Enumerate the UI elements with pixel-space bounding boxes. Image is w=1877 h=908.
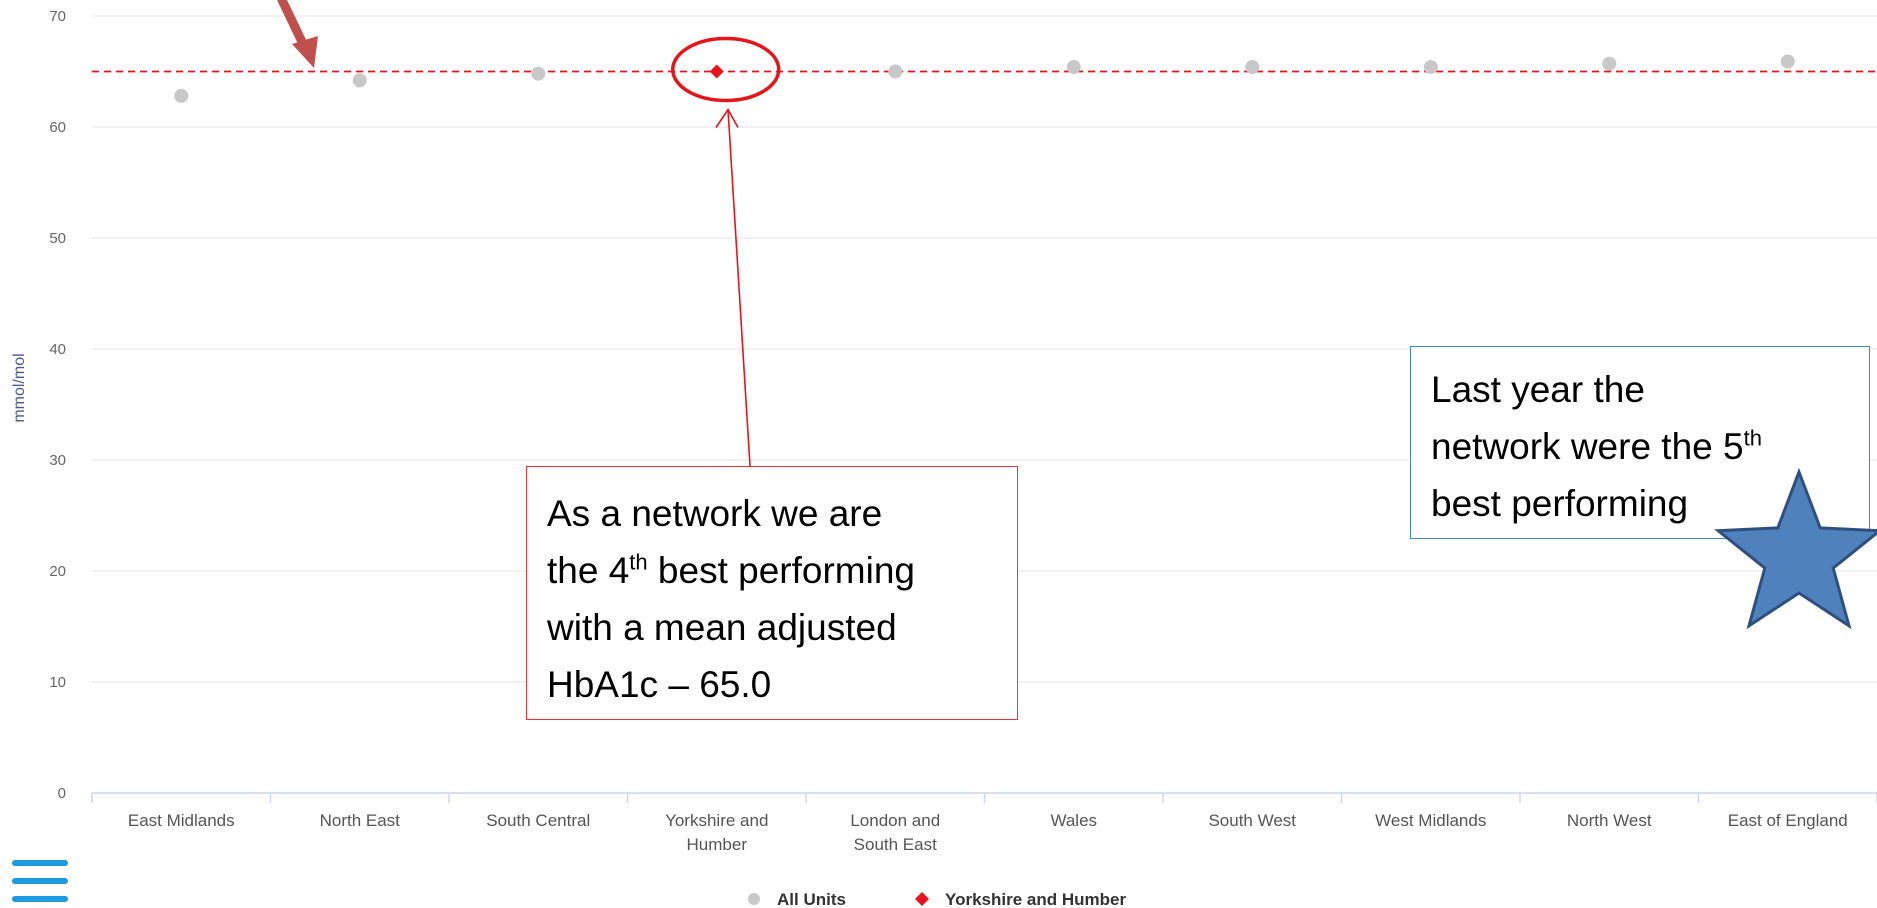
- highlight-ellipse: [671, 36, 781, 103]
- y-axis-label: mmol/mol: [11, 353, 28, 422]
- legend-label-yorkshire: Yorkshire and Humber: [945, 890, 1126, 908]
- arrow-head: [292, 36, 318, 68]
- hamburger-icon[interactable]: [12, 860, 68, 908]
- data-point: [1780, 54, 1795, 69]
- callout-current-ranking: As a network we are the 4th best performi…: [526, 466, 1018, 720]
- legend-marker-yorkshire: [915, 892, 929, 906]
- x-tick-label: Yorkshire and Humber: [665, 811, 768, 854]
- x-tick-label: North West: [1567, 811, 1652, 830]
- x-axis: [91, 792, 1877, 803]
- callout-line: best performing: [1431, 483, 1689, 524]
- x-tick-label: South Central: [486, 811, 590, 830]
- data-point-highlight: [709, 64, 724, 79]
- data-point: [1602, 56, 1617, 71]
- legend-marker-all-units: [748, 893, 760, 905]
- pointer-arrowhead: [715, 107, 739, 128]
- y-tick-label: 30: [49, 452, 66, 469]
- data-points: [174, 54, 1795, 103]
- callout-line: HbA1c – 65.0: [547, 664, 772, 705]
- data-point: [174, 88, 189, 103]
- x-tick-label: North East: [320, 811, 401, 830]
- y-tick-label: 50: [49, 230, 66, 247]
- annotation-decor: [277, 0, 781, 467]
- callout-line: with a mean adjusted: [547, 607, 897, 648]
- x-tick-label: West Midlands: [1375, 811, 1486, 830]
- x-tick-label: London and South East: [850, 811, 940, 854]
- y-tick-label: 20: [49, 563, 66, 580]
- y-tick-label: 40: [49, 341, 66, 358]
- x-tick-label: East of England: [1728, 811, 1848, 830]
- callout-line: network were the 5th: [1431, 425, 1762, 467]
- arrow-shaft: [277, 0, 309, 51]
- data-point: [531, 66, 546, 81]
- callout-line: As a network we are: [547, 493, 883, 534]
- y-tick-label: 0: [58, 785, 66, 802]
- callout-line: the 4th best performing: [547, 549, 916, 591]
- y-tick-label: 70: [49, 8, 66, 25]
- x-tick-label: South West: [1208, 811, 1296, 830]
- data-point: [888, 64, 903, 79]
- y-axis-ticks: 0 10 20 30 40 50 60 70: [49, 8, 66, 802]
- x-tick-label: Wales: [1050, 811, 1097, 830]
- data-point: [1245, 60, 1260, 75]
- y-tick-label: 60: [49, 119, 66, 136]
- x-tick-label: East Midlands: [128, 811, 235, 830]
- data-point: [352, 73, 367, 88]
- callout-line: Last year the: [1431, 369, 1645, 410]
- callout-last-year-ranking: Last year the network were the 5th best pe…: [1410, 346, 1870, 539]
- legend-label-all-units: All Units: [777, 890, 846, 908]
- y-tick-label: 10: [49, 674, 66, 691]
- pointer-line: [727, 109, 751, 467]
- legend: All Units Yorkshire and Humber: [748, 890, 1126, 908]
- data-point: [1066, 60, 1081, 75]
- x-axis-ticks: East Midlands North East South Central York…: [128, 811, 1848, 854]
- data-point: [1423, 60, 1438, 75]
